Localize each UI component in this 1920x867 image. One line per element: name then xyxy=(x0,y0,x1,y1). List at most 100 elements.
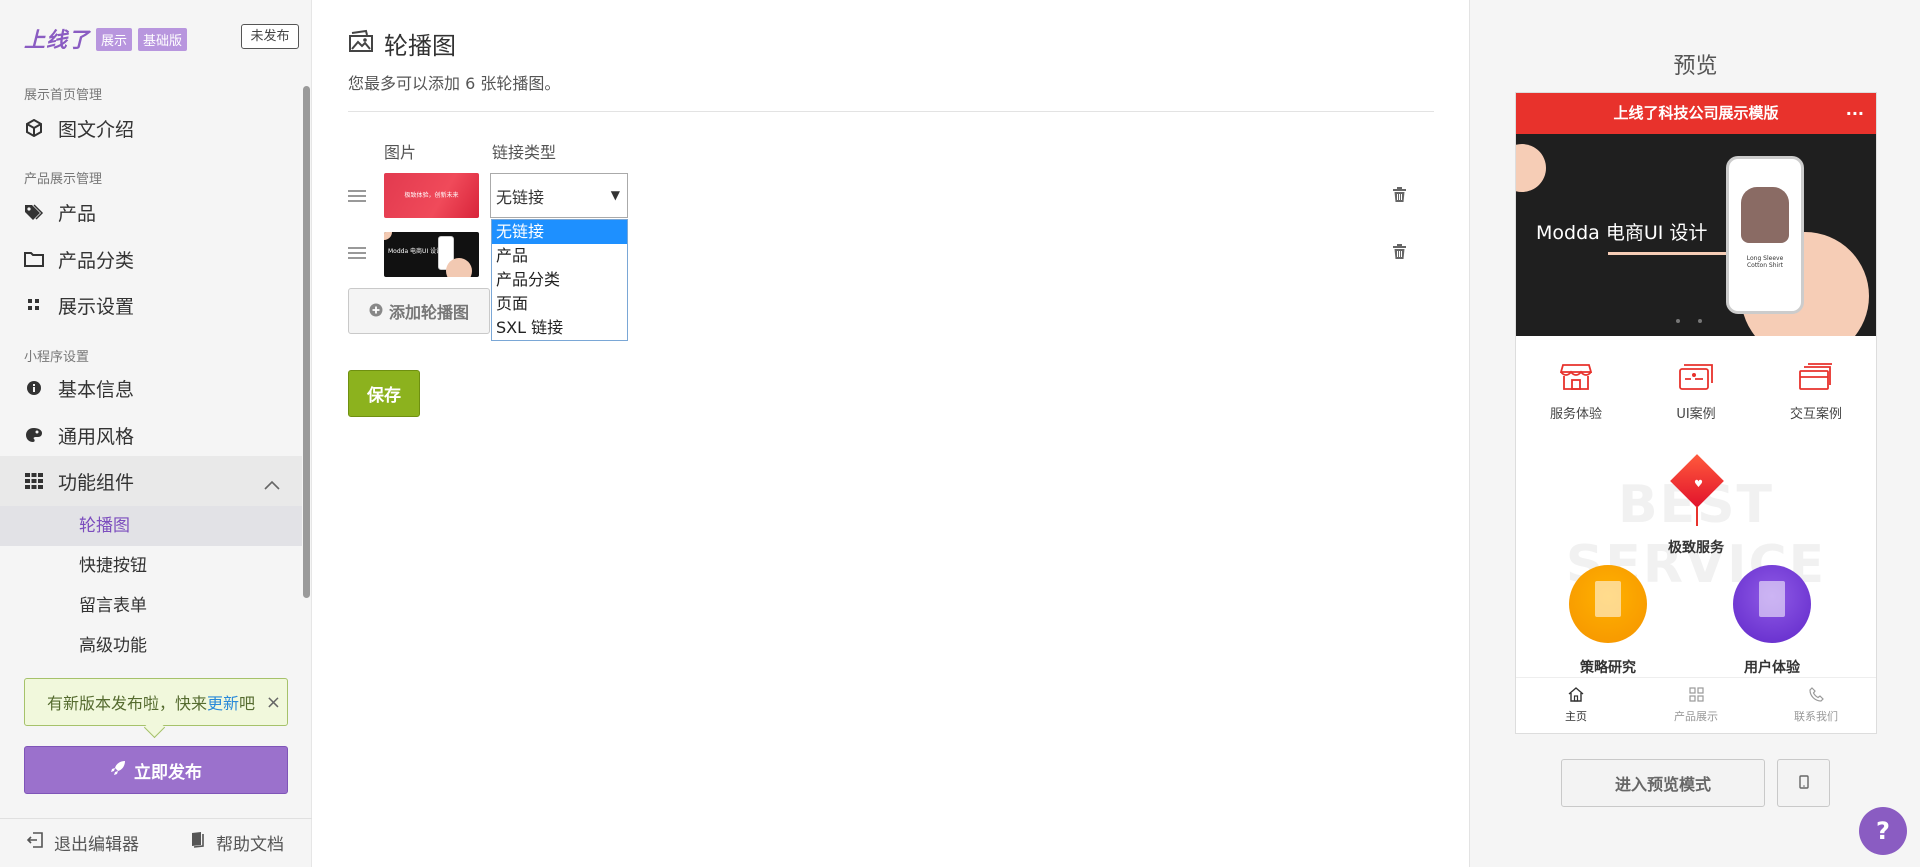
sidebar-item-general-style[interactable]: 通用风格 xyxy=(24,419,134,451)
thumbnail-caption: Modda 电商UI 设计 xyxy=(388,248,443,255)
phone-icon-label: 交互案例 xyxy=(1789,407,1842,422)
notice-text-end: 吧 xyxy=(239,694,256,713)
carousel-dots xyxy=(1676,319,1702,323)
drag-handle-icon[interactable] xyxy=(348,187,366,205)
sidebar-scrollbar[interactable] xyxy=(303,86,310,598)
sign-out-icon xyxy=(26,831,44,854)
phone-icon-item: UI案例 xyxy=(1646,363,1746,422)
phone-tab-products: 产品展示 xyxy=(1646,687,1746,724)
plus-circle-icon xyxy=(369,302,383,321)
sidebar-group-components[interactable]: 功能组件 xyxy=(0,456,302,506)
thumbnail-caption: 极致体验，创新未来 xyxy=(404,192,459,199)
unpublished-badge[interactable]: 未发布 xyxy=(241,24,299,49)
images-icon xyxy=(348,29,374,59)
section-title-products: 产品展示管理 xyxy=(24,172,103,187)
help-button[interactable]: ? xyxy=(1859,807,1907,855)
dropdown-option[interactable]: 产品 xyxy=(492,244,627,268)
card-icon xyxy=(1679,363,1713,391)
page-description: 您最多可以添加 6 张轮播图。 xyxy=(348,74,561,93)
sidebar-item-products[interactable]: 产品 xyxy=(24,196,96,228)
phone-icons-row: 服务体验 UI案例 交互案例 xyxy=(1516,363,1876,422)
add-carousel-button[interactable]: 添加轮播图 xyxy=(348,288,490,334)
sidebar-item-label: 产品分类 xyxy=(58,249,135,272)
sidebar-item-display-settings[interactable]: 展示设置 xyxy=(24,289,134,321)
product-mockup: Long Sleeve Cotton Shirt xyxy=(1726,156,1804,314)
user-experience-icon xyxy=(1733,565,1811,643)
sidebar-subitem-message-form[interactable]: 留言表单 xyxy=(0,586,302,626)
mobile-icon xyxy=(1798,774,1809,793)
brand-logo: 上线了 xyxy=(24,28,90,52)
trash-icon[interactable] xyxy=(1393,244,1406,263)
publish-button[interactable]: 立即发布 xyxy=(24,746,288,794)
phone-icon-label: 服务体验 xyxy=(1549,407,1602,422)
book-icon xyxy=(190,831,206,854)
phone-header: 上线了科技公司展示模版 ··· xyxy=(1516,93,1876,134)
chevron-up-icon xyxy=(264,473,280,495)
link-type-select[interactable]: 无链接 ▼ xyxy=(490,173,628,218)
sidebar-item-label: 产品 xyxy=(58,202,97,225)
sidebar-item-label: 基本信息 xyxy=(58,378,135,401)
phone-preview: 上线了科技公司展示模版 ··· Modda 电商UI 设计 Long Sleev… xyxy=(1515,92,1877,734)
mobile-preview-button[interactable] xyxy=(1777,759,1830,807)
grid-icon xyxy=(1688,687,1704,705)
exit-editor-link[interactable]: 退出编辑器 xyxy=(26,830,139,855)
help-docs-link[interactable]: 帮助文档 xyxy=(190,830,284,855)
tags-icon xyxy=(24,202,44,222)
phone-tab-home: 主页 xyxy=(1526,687,1626,724)
rocket-icon xyxy=(110,760,126,781)
cards-icon xyxy=(1799,363,1833,391)
sidebar-item-label: 通用风格 xyxy=(58,425,135,448)
info-icon xyxy=(24,378,44,398)
select-value: 无链接 xyxy=(496,187,545,207)
phone-icon-item: 交互案例 xyxy=(1766,363,1866,422)
sidebar: 上线了 展示 基础版 未发布 展示首页管理 图文介绍 产品展示管理 产品 产品分… xyxy=(0,0,312,867)
column-header-image: 图片 xyxy=(384,143,417,162)
phone-tab-label: 主页 xyxy=(1565,710,1587,723)
caret-down-icon: ▼ xyxy=(610,188,620,202)
phone-header-title: 上线了科技公司展示模版 xyxy=(1613,104,1779,122)
phone-icon-label: UI案例 xyxy=(1676,407,1716,422)
sidebar-subitem-carousel[interactable]: 轮播图 xyxy=(0,506,302,546)
page-title: 轮播图 xyxy=(348,26,456,61)
brand[interactable]: 上线了 展示 基础版 xyxy=(24,24,188,54)
strategy-icon xyxy=(1569,565,1647,643)
brand-tag-display: 展示 xyxy=(96,27,133,51)
publish-label: 立即发布 xyxy=(134,762,202,783)
dropdown-option[interactable]: 无链接 xyxy=(492,220,627,244)
cube-icon xyxy=(24,118,44,138)
phone-tab-label: 联系我们 xyxy=(1794,710,1838,723)
phone-tabbar: 主页 产品展示 联系我们 xyxy=(1516,677,1876,733)
bubble-label: 策略研究 xyxy=(1580,660,1636,676)
add-carousel-label: 添加轮播图 xyxy=(388,303,469,322)
sidebar-item-label: 展示设置 xyxy=(58,295,135,318)
store-icon xyxy=(1559,363,1593,391)
sidebar-subitem-advanced[interactable]: 高级功能 xyxy=(0,626,302,656)
phone-banner: Modda 电商UI 设计 Long Sleeve Cotton Shirt xyxy=(1516,134,1876,336)
banner-text: Modda 电商UI 设计 xyxy=(1536,222,1708,244)
close-icon[interactable]: × xyxy=(266,692,281,713)
dropdown-option[interactable]: 产品分类 xyxy=(492,268,627,292)
more-icon: ··· xyxy=(1845,104,1864,123)
dropdown-option[interactable]: 页面 xyxy=(492,292,627,316)
sidebar-item-label: 图文介绍 xyxy=(58,118,135,141)
sidebar-subitem-shortcut-buttons[interactable]: 快捷按钮 xyxy=(0,546,302,586)
carousel-thumbnail[interactable]: Modda 电商UI 设计 xyxy=(384,232,479,277)
sidebar-item-categories[interactable]: 产品分类 xyxy=(24,243,134,275)
carousel-thumbnail[interactable]: 极致体验，创新未来 xyxy=(384,173,479,218)
link-type-dropdown[interactable]: 无链接 产品 产品分类 页面 SXL 链接 xyxy=(491,219,628,341)
sidebar-item-rich-text[interactable]: 图文介绍 xyxy=(24,112,134,144)
preview-title: 预览 xyxy=(1673,54,1718,79)
dropdown-option[interactable]: SXL 链接 xyxy=(492,316,627,340)
bubble-label: 用户体验 xyxy=(1744,660,1800,676)
trash-icon[interactable] xyxy=(1393,187,1406,206)
save-button[interactable]: 保存 xyxy=(348,370,420,417)
service-title: 极致服务 xyxy=(1668,540,1724,556)
notice-update-link[interactable]: 更新 xyxy=(207,690,239,714)
folder-icon xyxy=(24,249,44,269)
product-text: Cotton Shirt xyxy=(1746,262,1784,269)
exit-editor-label: 退出编辑器 xyxy=(54,835,139,855)
preview-mode-button[interactable]: 进入预览模式 xyxy=(1561,759,1765,807)
palette-icon xyxy=(24,425,44,445)
drag-handle-icon[interactable] xyxy=(348,244,366,262)
sidebar-item-basic-info[interactable]: 基本信息 xyxy=(24,372,134,404)
